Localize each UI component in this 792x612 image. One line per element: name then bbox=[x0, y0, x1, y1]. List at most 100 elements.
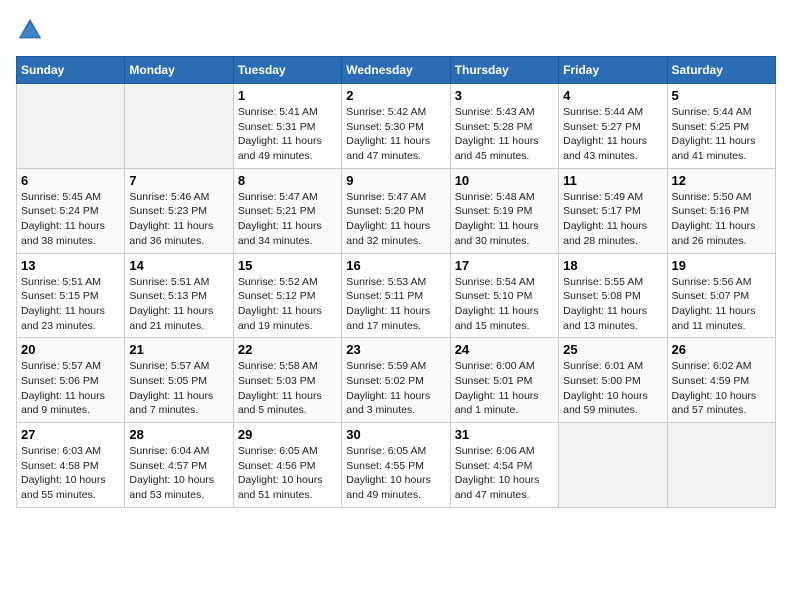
calendar-week-row: 20 Sunrise: 5:57 AM Sunset: 5:06 PM Dayli… bbox=[17, 338, 776, 423]
calendar-cell: 14 Sunrise: 5:51 AM Sunset: 5:13 PM Dayli… bbox=[125, 253, 233, 338]
day-number: 1 bbox=[238, 88, 337, 103]
calendar-cell: 17 Sunrise: 5:54 AM Sunset: 5:10 PM Dayli… bbox=[450, 253, 558, 338]
day-info: Sunrise: 5:46 AM Sunset: 5:23 PM Dayligh… bbox=[129, 190, 228, 249]
calendar-cell: 24 Sunrise: 6:00 AM Sunset: 5:01 PM Dayli… bbox=[450, 338, 558, 423]
day-info: Sunrise: 5:50 AM Sunset: 5:16 PM Dayligh… bbox=[672, 190, 771, 249]
calendar-cell: 22 Sunrise: 5:58 AM Sunset: 5:03 PM Dayli… bbox=[233, 338, 341, 423]
day-info: Sunrise: 5:52 AM Sunset: 5:12 PM Dayligh… bbox=[238, 275, 337, 334]
day-info: Sunrise: 6:02 AM Sunset: 4:59 PM Dayligh… bbox=[672, 359, 771, 418]
day-number: 12 bbox=[672, 173, 771, 188]
calendar-cell bbox=[667, 423, 775, 508]
calendar-cell: 2 Sunrise: 5:42 AM Sunset: 5:30 PM Daylig… bbox=[342, 84, 450, 169]
day-number: 18 bbox=[563, 258, 662, 273]
day-number: 24 bbox=[455, 342, 554, 357]
day-info: Sunrise: 6:04 AM Sunset: 4:57 PM Dayligh… bbox=[129, 444, 228, 503]
day-info: Sunrise: 5:57 AM Sunset: 5:06 PM Dayligh… bbox=[21, 359, 120, 418]
weekday-header: Thursday bbox=[450, 57, 558, 84]
weekday-header: Tuesday bbox=[233, 57, 341, 84]
day-info: Sunrise: 5:48 AM Sunset: 5:19 PM Dayligh… bbox=[455, 190, 554, 249]
day-number: 23 bbox=[346, 342, 445, 357]
day-info: Sunrise: 5:56 AM Sunset: 5:07 PM Dayligh… bbox=[672, 275, 771, 334]
day-info: Sunrise: 5:44 AM Sunset: 5:27 PM Dayligh… bbox=[563, 105, 662, 164]
day-info: Sunrise: 5:44 AM Sunset: 5:25 PM Dayligh… bbox=[672, 105, 771, 164]
day-number: 19 bbox=[672, 258, 771, 273]
calendar-cell: 13 Sunrise: 5:51 AM Sunset: 5:15 PM Dayli… bbox=[17, 253, 125, 338]
calendar-cell bbox=[125, 84, 233, 169]
day-number: 31 bbox=[455, 427, 554, 442]
calendar-cell: 29Sunrise: 6:05 AM Sunset: 4:56 PM Dayli… bbox=[233, 423, 341, 508]
calendar-cell: 26 Sunrise: 6:02 AM Sunset: 4:59 PM Dayli… bbox=[667, 338, 775, 423]
day-info: Sunrise: 5:58 AM Sunset: 5:03 PM Dayligh… bbox=[238, 359, 337, 418]
weekday-header: Wednesday bbox=[342, 57, 450, 84]
day-info: Sunrise: 5:43 AM Sunset: 5:28 PM Dayligh… bbox=[455, 105, 554, 164]
day-info: Sunrise: 5:49 AM Sunset: 5:17 PM Dayligh… bbox=[563, 190, 662, 249]
calendar-cell: 30 Sunrise: 6:05 AM Sunset: 4:55 PM Dayli… bbox=[342, 423, 450, 508]
weekday-header: Friday bbox=[559, 57, 667, 84]
day-info: Sunrise: 6:06 AM Sunset: 4:54 PM Dayligh… bbox=[455, 444, 554, 503]
day-number: 13 bbox=[21, 258, 120, 273]
calendar-cell: 7 Sunrise: 5:46 AM Sunset: 5:23 PM Daylig… bbox=[125, 168, 233, 253]
day-info: Sunrise: 6:05 AM Sunset: 4:55 PM Dayligh… bbox=[346, 444, 445, 503]
day-number: 29 bbox=[238, 427, 337, 442]
calendar-week-row: 27Sunrise: 6:03 AM Sunset: 4:58 PM Dayli… bbox=[17, 423, 776, 508]
calendar-cell: 20 Sunrise: 5:57 AM Sunset: 5:06 PM Dayli… bbox=[17, 338, 125, 423]
day-info: Sunrise: 5:51 AM Sunset: 5:13 PM Dayligh… bbox=[129, 275, 228, 334]
calendar-cell: 8 Sunrise: 5:47 AM Sunset: 5:21 PM Daylig… bbox=[233, 168, 341, 253]
day-number: 5 bbox=[672, 88, 771, 103]
calendar-cell: 11 Sunrise: 5:49 AM Sunset: 5:17 PM Dayli… bbox=[559, 168, 667, 253]
calendar-cell: 10 Sunrise: 5:48 AM Sunset: 5:19 PM Dayli… bbox=[450, 168, 558, 253]
day-number: 8 bbox=[238, 173, 337, 188]
calendar-week-row: 6Sunrise: 5:45 AM Sunset: 5:24 PM Daylig… bbox=[17, 168, 776, 253]
calendar-cell bbox=[17, 84, 125, 169]
day-info: Sunrise: 5:57 AM Sunset: 5:05 PM Dayligh… bbox=[129, 359, 228, 418]
calendar-table: SundayMondayTuesdayWednesdayThursdayFrid… bbox=[16, 56, 776, 508]
day-info: Sunrise: 5:45 AM Sunset: 5:24 PM Dayligh… bbox=[21, 190, 120, 249]
day-info: Sunrise: 6:00 AM Sunset: 5:01 PM Dayligh… bbox=[455, 359, 554, 418]
calendar-cell: 6Sunrise: 5:45 AM Sunset: 5:24 PM Daylig… bbox=[17, 168, 125, 253]
calendar-cell: 16Sunrise: 5:53 AM Sunset: 5:11 PM Dayli… bbox=[342, 253, 450, 338]
calendar-week-row: 13 Sunrise: 5:51 AM Sunset: 5:15 PM Dayli… bbox=[17, 253, 776, 338]
weekday-header-row: SundayMondayTuesdayWednesdayThursdayFrid… bbox=[17, 57, 776, 84]
day-number: 14 bbox=[129, 258, 228, 273]
day-info: Sunrise: 5:42 AM Sunset: 5:30 PM Dayligh… bbox=[346, 105, 445, 164]
day-info: Sunrise: 5:53 AM Sunset: 5:11 PM Dayligh… bbox=[346, 275, 445, 334]
logo-icon bbox=[16, 16, 44, 44]
calendar-week-row: 1 Sunrise: 5:41 AM Sunset: 5:31 PM Daylig… bbox=[17, 84, 776, 169]
day-info: Sunrise: 5:54 AM Sunset: 5:10 PM Dayligh… bbox=[455, 275, 554, 334]
day-info: Sunrise: 5:47 AM Sunset: 5:21 PM Dayligh… bbox=[238, 190, 337, 249]
calendar-cell: 1 Sunrise: 5:41 AM Sunset: 5:31 PM Daylig… bbox=[233, 84, 341, 169]
day-number: 17 bbox=[455, 258, 554, 273]
calendar-cell: 31 Sunrise: 6:06 AM Sunset: 4:54 PM Dayli… bbox=[450, 423, 558, 508]
calendar-cell: 27Sunrise: 6:03 AM Sunset: 4:58 PM Dayli… bbox=[17, 423, 125, 508]
day-number: 25 bbox=[563, 342, 662, 357]
day-number: 26 bbox=[672, 342, 771, 357]
calendar-cell: 12 Sunrise: 5:50 AM Sunset: 5:16 PM Dayli… bbox=[667, 168, 775, 253]
calendar-cell: 18Sunrise: 5:55 AM Sunset: 5:08 PM Dayli… bbox=[559, 253, 667, 338]
calendar-cell: 4Sunrise: 5:44 AM Sunset: 5:27 PM Daylig… bbox=[559, 84, 667, 169]
day-info: Sunrise: 5:41 AM Sunset: 5:31 PM Dayligh… bbox=[238, 105, 337, 164]
day-number: 7 bbox=[129, 173, 228, 188]
day-number: 9 bbox=[346, 173, 445, 188]
calendar-cell: 15Sunrise: 5:52 AM Sunset: 5:12 PM Dayli… bbox=[233, 253, 341, 338]
day-number: 22 bbox=[238, 342, 337, 357]
page-header bbox=[16, 16, 776, 44]
day-number: 27 bbox=[21, 427, 120, 442]
calendar-cell: 23Sunrise: 5:59 AM Sunset: 5:02 PM Dayli… bbox=[342, 338, 450, 423]
day-number: 30 bbox=[346, 427, 445, 442]
day-number: 11 bbox=[563, 173, 662, 188]
calendar-cell bbox=[559, 423, 667, 508]
day-number: 21 bbox=[129, 342, 228, 357]
day-number: 2 bbox=[346, 88, 445, 103]
weekday-header: Saturday bbox=[667, 57, 775, 84]
day-number: 10 bbox=[455, 173, 554, 188]
day-number: 20 bbox=[21, 342, 120, 357]
calendar-cell: 28Sunrise: 6:04 AM Sunset: 4:57 PM Dayli… bbox=[125, 423, 233, 508]
day-info: Sunrise: 6:01 AM Sunset: 5:00 PM Dayligh… bbox=[563, 359, 662, 418]
day-info: Sunrise: 5:51 AM Sunset: 5:15 PM Dayligh… bbox=[21, 275, 120, 334]
day-number: 3 bbox=[455, 88, 554, 103]
calendar-cell: 19 Sunrise: 5:56 AM Sunset: 5:07 PM Dayli… bbox=[667, 253, 775, 338]
calendar-cell: 25 Sunrise: 6:01 AM Sunset: 5:00 PM Dayli… bbox=[559, 338, 667, 423]
day-info: Sunrise: 5:47 AM Sunset: 5:20 PM Dayligh… bbox=[346, 190, 445, 249]
calendar-cell: 21 Sunrise: 5:57 AM Sunset: 5:05 PM Dayli… bbox=[125, 338, 233, 423]
weekday-header: Monday bbox=[125, 57, 233, 84]
